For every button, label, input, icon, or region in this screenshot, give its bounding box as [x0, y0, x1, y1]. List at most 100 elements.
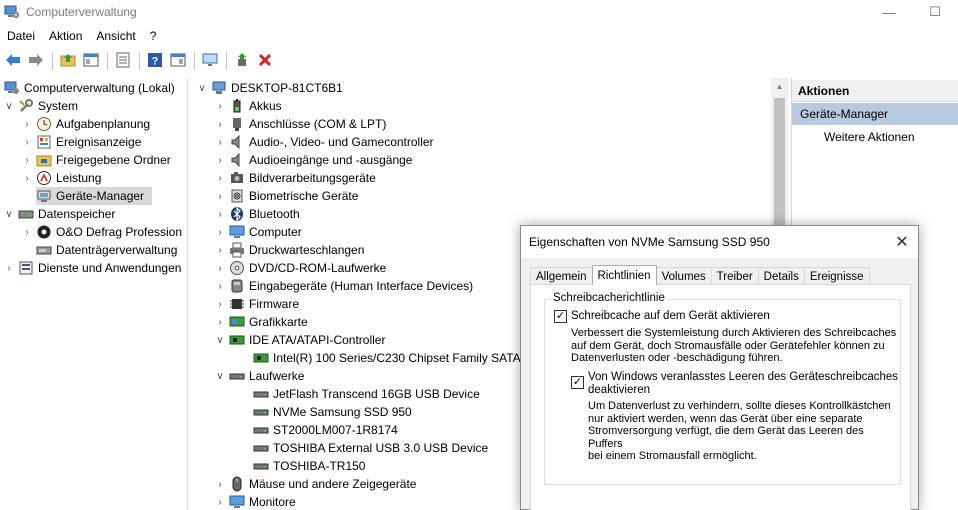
chevron-right-icon[interactable]: › — [22, 223, 32, 241]
tab-allgemein[interactable]: Allgemein — [530, 267, 593, 285]
chevron-right-icon[interactable]: › — [22, 169, 32, 187]
device-category-computer[interactable]: › Computer — [215, 223, 301, 241]
tree-item-task-scheduler[interactable]: › Aufgabenplanung — [22, 115, 150, 133]
tab-treiber[interactable]: Treiber — [710, 267, 759, 285]
properties-button[interactable] — [112, 50, 134, 72]
scan-hardware-button[interactable] — [199, 50, 221, 72]
tree-label: System — [38, 99, 79, 113]
device-manager-icon — [36, 188, 52, 204]
chevron-right-icon[interactable]: › — [4, 259, 14, 277]
tree-item-shared-folders[interactable]: › Freigegebene Ordner — [22, 151, 170, 169]
chevron-right-icon[interactable]: › — [215, 97, 225, 115]
chevron-right-icon[interactable]: › — [215, 475, 225, 493]
chevron-down-icon[interactable]: ∨ — [197, 79, 207, 97]
menu-help[interactable]: ? — [143, 29, 164, 43]
maximize-button[interactable]: ☐ — [912, 0, 958, 24]
controller-icon — [229, 332, 245, 348]
chevron-down-icon[interactable]: ∨ — [215, 367, 225, 385]
tree-label: Aufgabenplanung — [56, 117, 151, 131]
device-drive-st2000[interactable]: ST2000LM007-1R8174 — [253, 421, 398, 439]
device-category-hid[interactable]: › Eingabegeräte (Human Interface Devices… — [215, 277, 473, 295]
chevron-right-icon[interactable]: › — [215, 115, 225, 133]
device-category-ports[interactable]: › Anschlüsse (COM & LPT) — [215, 115, 386, 133]
tree-item-services[interactable]: › Dienste und Anwendungen — [4, 259, 181, 277]
enable-write-cache-checkbox[interactable]: ✓ — [554, 310, 567, 323]
device-drive-jetflash[interactable]: JetFlash Transcend 16GB USB Device — [253, 385, 480, 403]
tree-item-performance[interactable]: › Leistung — [22, 169, 101, 187]
chevron-right-icon[interactable]: › — [215, 493, 225, 510]
chevron-right-icon[interactable]: › — [22, 115, 32, 133]
menu-datei[interactable]: Datei — [0, 29, 42, 43]
scroll-up-icon[interactable]: ▲ — [771, 78, 788, 95]
device-category-ide[interactable]: ∨ IDE ATA/ATAPI-Controller — [215, 331, 385, 349]
tab-details[interactable]: Details — [757, 267, 805, 285]
tree-item-computer-management[interactable]: Computerverwaltung (Lokal) — [4, 79, 175, 97]
more-actions-link[interactable]: Weitere Aktionen — [824, 130, 915, 144]
chevron-right-icon[interactable]: › — [215, 223, 225, 241]
uninstall-device-button[interactable] — [254, 50, 276, 72]
device-category-audio-io[interactable]: › Audioeingänge und -ausgänge — [215, 151, 412, 169]
tree-item-device-manager[interactable]: Geräte-Manager — [36, 187, 152, 205]
tree-item-disk-management[interactable]: Datenträgerverwaltung — [36, 241, 177, 259]
actions-section-device-manager[interactable]: Geräte-Manager — [792, 103, 958, 125]
disable-flush-checkbox[interactable]: ✓ — [571, 376, 584, 389]
forward-button[interactable] — [25, 50, 47, 72]
device-category-print-queues[interactable]: › Druckwarteschlangen — [215, 241, 364, 259]
device-category-monitors[interactable]: › Monitore — [215, 493, 295, 510]
chevron-right-icon[interactable]: › — [215, 277, 225, 295]
chevron-right-icon[interactable]: › — [215, 133, 225, 151]
show-action-pane-button[interactable] — [167, 50, 189, 72]
show-tree-button[interactable] — [80, 50, 102, 72]
toolbar-separator — [226, 52, 227, 70]
chevron-right-icon[interactable]: › — [215, 295, 225, 313]
chevron-right-icon[interactable]: › — [215, 259, 225, 277]
device-category-mice[interactable]: › Mäuse und andere Zeigegeräte — [215, 475, 416, 493]
tab-ereignisse[interactable]: Ereignisse — [803, 267, 870, 285]
device-category-audio-video[interactable]: › Audio-, Video- und Gamecontroller — [215, 133, 434, 151]
device-category-biometric[interactable]: › Biometrische Geräte — [215, 187, 358, 205]
device-category-akkus[interactable]: › Akkus — [215, 97, 282, 115]
device-category-drives[interactable]: ∨ Laufwerke — [215, 367, 304, 385]
device-category-graphics[interactable]: › Grafikkarte — [215, 313, 307, 331]
up-folder-button[interactable] — [57, 50, 79, 72]
chevron-right-icon[interactable]: › — [215, 151, 225, 169]
chevron-right-icon[interactable]: › — [22, 151, 32, 169]
menu-ansicht[interactable]: Ansicht — [89, 29, 142, 43]
device-root[interactable]: ∨ DESKTOP-81CT6B1 — [197, 79, 343, 97]
device-category-imaging[interactable]: › Bildverarbeitungsgeräte — [215, 169, 376, 187]
chevron-down-icon[interactable]: ∨ — [4, 205, 14, 223]
tree-item-storage[interactable]: ∨ Datenspeicher — [4, 205, 115, 223]
device-category-firmware[interactable]: › Firmware — [215, 295, 299, 313]
help-button[interactable]: ? — [144, 50, 166, 72]
chevron-right-icon[interactable]: › — [215, 187, 225, 205]
device-drive-toshiba-tr150[interactable]: TOSHIBA-TR150 — [253, 457, 365, 475]
tree-item-defrag[interactable]: › O&O Defrag Profession — [22, 223, 182, 241]
drive-icon — [253, 386, 269, 402]
minimize-icon: — — [882, 4, 896, 20]
device-category-dvd[interactable]: › DVD/CD-ROM-Laufwerke — [215, 259, 386, 277]
chevron-down-icon[interactable]: ∨ — [4, 97, 14, 115]
tree-item-system[interactable]: ∨ System — [4, 97, 78, 115]
device-drive-toshiba-usb[interactable]: TOSHIBA External USB 3.0 USB Device — [253, 439, 488, 457]
minimize-button[interactable]: — — [866, 0, 912, 24]
close-button[interactable]: ✕ — [892, 232, 912, 252]
chevron-right-icon[interactable]: › — [22, 133, 32, 151]
tree-item-event-viewer[interactable]: › Ereignisanzeige — [22, 133, 141, 151]
chevron-right-icon[interactable]: › — [215, 313, 225, 331]
enable-write-cache-label[interactable]: Schreibcache auf dem Gerät aktivieren — [571, 310, 770, 322]
chevron-right-icon[interactable]: › — [215, 241, 225, 259]
device-label: Bildverarbeitungsgeräte — [249, 171, 376, 185]
chevron-right-icon[interactable]: › — [215, 169, 225, 187]
chevron-right-icon[interactable]: › — [215, 205, 225, 223]
update-driver-button[interactable] — [231, 50, 253, 72]
device-category-bluetooth[interactable]: › Bluetooth — [215, 205, 300, 223]
chevron-down-icon[interactable]: ∨ — [215, 331, 225, 349]
back-button[interactable] — [2, 50, 24, 72]
menu-aktion[interactable]: Aktion — [42, 29, 89, 43]
device-drive-nvme[interactable]: NVMe Samsung SSD 950 — [253, 403, 412, 421]
speaker-icon — [229, 134, 245, 150]
tab-richtlinien[interactable]: Richtlinien — [591, 265, 657, 285]
desc-line: Datenverlusten oder -beschädigung führen… — [571, 352, 783, 364]
tab-volumes[interactable]: Volumes — [655, 267, 712, 285]
disable-flush-label[interactable]: Von Windows veranlasstes Leeren des Gerä… — [588, 371, 898, 396]
